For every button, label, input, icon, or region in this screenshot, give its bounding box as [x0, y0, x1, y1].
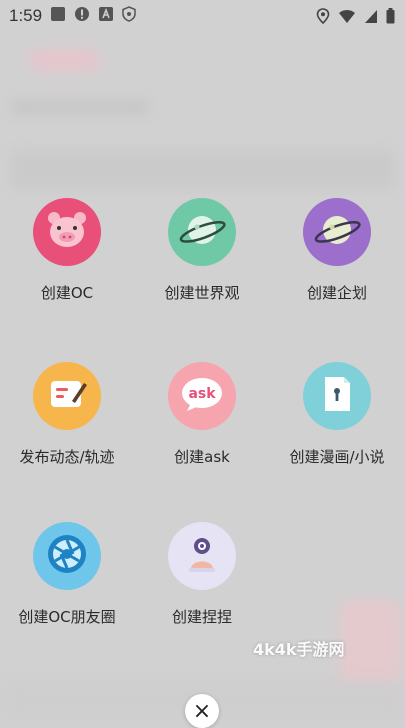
- create-worldview-label: 创建世界观: [164, 284, 240, 302]
- create-doll-button[interactable]: 创建捏捏: [137, 522, 267, 652]
- app-a-icon: [98, 6, 114, 26]
- ask-bubble-icon: ask: [177, 369, 227, 423]
- location-icon: [316, 8, 330, 28]
- create-ask-label: 创建ask: [174, 448, 230, 466]
- create-oc-moments-circle: [33, 522, 101, 590]
- publish-post-label: 发布动态/轨迹: [19, 448, 115, 466]
- create-oc-circle: [33, 198, 101, 266]
- create-doll-label: 创建捏捏: [171, 608, 232, 626]
- create-oc-button[interactable]: 创建OC: [2, 198, 132, 328]
- alert-circle-icon: [74, 6, 90, 26]
- create-worldview-circle: [168, 198, 236, 266]
- create-comic-novel-button[interactable]: 创建漫画/小说: [272, 362, 402, 492]
- notification-square-icon: [50, 6, 66, 26]
- create-oc-moments-label: 创建OC朋友圈: [18, 608, 116, 626]
- wifi-icon: [338, 9, 356, 28]
- create-project-button[interactable]: 创建企划: [272, 198, 402, 328]
- status-right-icons: [316, 8, 395, 28]
- pig-face-icon: [42, 205, 92, 259]
- camera-aperture-icon: [42, 529, 92, 583]
- background-blur: [340, 600, 400, 690]
- planet-icon: [312, 205, 362, 259]
- status-time: 1:59: [9, 6, 43, 25]
- close-button[interactable]: ×: [185, 694, 219, 728]
- create-comic-novel-label: 创建漫画/小说: [289, 448, 385, 466]
- battery-icon: [386, 8, 395, 28]
- create-project-circle: [303, 198, 371, 266]
- create-ask-circle: ask: [168, 362, 236, 430]
- watermark-text: 4k4k手游网: [253, 640, 345, 659]
- background-blur: [10, 150, 395, 190]
- svg-text:ask: ask: [188, 386, 216, 402]
- background-blur: [30, 50, 100, 70]
- status-bar: 1:59: [0, 0, 405, 32]
- doll-icon: [177, 529, 227, 583]
- publish-post-button[interactable]: 发布动态/轨迹: [2, 362, 132, 492]
- create-oc-moments-button[interactable]: 创建OC朋友圈: [2, 522, 132, 652]
- create-doll-circle: [168, 522, 236, 590]
- planet-icon: [177, 205, 227, 259]
- shield-icon: [122, 6, 136, 26]
- publish-post-circle: [33, 362, 101, 430]
- create-comic-novel-circle: [303, 362, 371, 430]
- create-oc-label: 创建OC: [40, 284, 94, 302]
- background-blur: [10, 100, 150, 114]
- create-project-label: 创建企划: [306, 284, 367, 302]
- create-worldview-button[interactable]: 创建世界观: [137, 198, 267, 328]
- signal-icon: [364, 9, 378, 28]
- edit-note-icon: [42, 369, 92, 423]
- create-ask-button[interactable]: ask 创建ask: [137, 362, 267, 492]
- book-icon: [312, 369, 362, 423]
